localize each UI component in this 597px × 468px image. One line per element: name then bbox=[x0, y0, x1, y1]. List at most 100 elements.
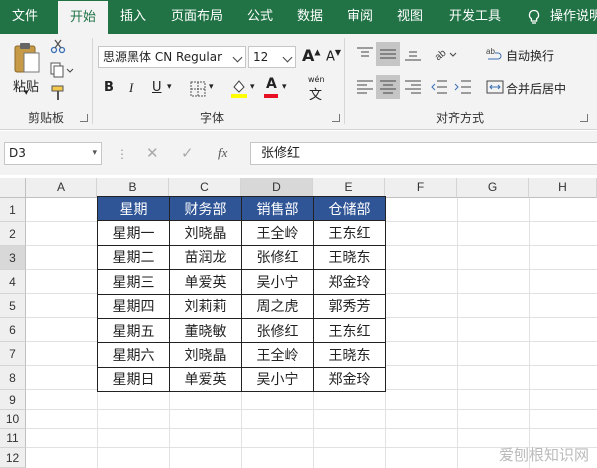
formula-input[interactable]: 张修红 bbox=[250, 142, 597, 165]
column-header-b[interactable]: B bbox=[97, 178, 169, 198]
copy-icon[interactable] bbox=[50, 62, 74, 78]
font-launcher-icon[interactable] bbox=[332, 114, 340, 122]
column-header-e[interactable]: E bbox=[313, 178, 385, 198]
insert-function-button[interactable]: fx bbox=[218, 145, 227, 161]
merge-center-icon[interactable] bbox=[486, 79, 504, 95]
phonetic-guide-label[interactable]: wén bbox=[308, 75, 325, 84]
table-cell[interactable]: 郑金玲 bbox=[313, 269, 386, 295]
tab-review[interactable]: 审阅 bbox=[338, 0, 382, 34]
table-cell[interactable]: 刘晓晶 bbox=[169, 220, 242, 246]
tab-developer[interactable]: 开发工具 bbox=[440, 0, 510, 34]
column-header-c[interactable]: C bbox=[169, 178, 241, 198]
row-header-4[interactable]: 4 bbox=[0, 270, 26, 294]
table-cell[interactable]: 董晓敏 bbox=[169, 317, 242, 344]
italic-button[interactable]: I bbox=[129, 80, 133, 96]
align-right-icon[interactable] bbox=[404, 79, 422, 95]
tab-insert[interactable]: 插入 bbox=[110, 0, 156, 34]
row-header-3[interactable]: 3 bbox=[0, 246, 26, 270]
header-cell-weekday[interactable]: 星期 bbox=[97, 195, 170, 222]
align-top-icon[interactable] bbox=[356, 46, 374, 62]
row-header-5[interactable]: 5 bbox=[0, 294, 26, 318]
tab-view[interactable]: 视图 bbox=[388, 0, 432, 34]
font-color-button[interactable]: A bbox=[266, 76, 277, 92]
merge-center-button[interactable]: 合并后居中 bbox=[506, 80, 566, 97]
fill-color-dropdown-arrow[interactable]: ▾ bbox=[250, 82, 255, 92]
alignment-launcher-icon[interactable] bbox=[580, 114, 588, 122]
row-header-7[interactable]: 7 bbox=[0, 342, 26, 366]
column-header-a[interactable]: A bbox=[26, 178, 97, 198]
table-cell[interactable]: 单爱英 bbox=[169, 366, 242, 393]
format-painter-icon[interactable] bbox=[50, 85, 68, 101]
borders-icon[interactable] bbox=[190, 81, 206, 97]
orientation-icon[interactable]: ab bbox=[432, 44, 458, 64]
table-cell[interactable]: 王东红 bbox=[313, 220, 386, 246]
table-cell[interactable]: 郑金玲 bbox=[313, 366, 386, 393]
tab-file[interactable]: 文件 bbox=[0, 0, 50, 34]
enter-icon[interactable]: ✓ bbox=[181, 144, 194, 162]
table-cell[interactable]: 吴小宁 bbox=[241, 366, 314, 393]
table-cell[interactable]: 星期四 bbox=[97, 293, 170, 319]
tab-home[interactable]: 开始 bbox=[58, 1, 108, 35]
table-cell[interactable]: 单爱英 bbox=[169, 269, 242, 295]
tab-data[interactable]: 数据 bbox=[288, 0, 332, 34]
clipboard-launcher-icon[interactable] bbox=[80, 114, 88, 122]
table-cell[interactable]: 王晓东 bbox=[313, 342, 386, 368]
table-cell[interactable]: 星期一 bbox=[97, 220, 170, 246]
column-header-h[interactable]: H bbox=[529, 178, 597, 198]
row-header-12[interactable]: 12 bbox=[0, 448, 26, 468]
font-name-combo[interactable]: 思源黑体 CN Regular bbox=[98, 46, 246, 68]
increase-font-size-button[interactable]: A▲ bbox=[302, 46, 321, 65]
row-header-2[interactable]: 2 bbox=[0, 222, 26, 246]
align-left-icon[interactable] bbox=[356, 79, 374, 95]
table-cell[interactable]: 吴小宁 bbox=[241, 269, 314, 295]
table-cell-selected[interactable]: 张修红 bbox=[241, 244, 314, 271]
table-cell[interactable]: 张修红 bbox=[241, 317, 314, 344]
table-cell[interactable]: 刘晓晶 bbox=[169, 342, 242, 368]
tab-formulas[interactable]: 公式 bbox=[238, 0, 282, 34]
bold-button[interactable]: B bbox=[104, 80, 114, 95]
decrease-indent-icon[interactable] bbox=[430, 79, 448, 95]
row-header-10[interactable]: 10 bbox=[0, 410, 26, 429]
row-header-11[interactable]: 11 bbox=[0, 429, 26, 448]
column-header-d[interactable]: D bbox=[241, 178, 313, 198]
row-header-9[interactable]: 9 bbox=[0, 390, 26, 410]
row-header-6[interactable]: 6 bbox=[0, 318, 26, 342]
fill-color-icon[interactable] bbox=[230, 78, 248, 98]
cut-icon[interactable] bbox=[50, 38, 66, 54]
header-cell-finance[interactable]: 财务部 bbox=[169, 195, 242, 222]
font-color-dropdown-arrow[interactable]: ▾ bbox=[282, 82, 287, 92]
underline-button[interactable]: U bbox=[152, 80, 162, 95]
table-cell[interactable]: 苗润龙 bbox=[169, 244, 242, 271]
table-cell[interactable]: 王晓东 bbox=[313, 244, 386, 271]
paste-dropdown-arrow[interactable]: ▾ bbox=[24, 88, 29, 98]
table-cell[interactable]: 星期二 bbox=[97, 244, 170, 271]
table-cell[interactable]: 郭秀芳 bbox=[313, 293, 386, 319]
table-cell[interactable]: 星期六 bbox=[97, 342, 170, 368]
underline-dropdown-arrow[interactable]: ▾ bbox=[167, 82, 172, 92]
column-header-g[interactable]: G bbox=[457, 178, 529, 198]
select-all-button[interactable] bbox=[0, 178, 26, 198]
align-bottom-icon[interactable] bbox=[404, 46, 422, 62]
table-cell[interactable]: 刘莉莉 bbox=[169, 293, 242, 319]
paste-button[interactable] bbox=[10, 40, 44, 76]
table-cell[interactable]: 王全岭 bbox=[241, 342, 314, 368]
row-header-1[interactable]: 1 bbox=[0, 198, 26, 222]
table-cell[interactable]: 星期日 bbox=[97, 366, 170, 393]
name-box-dropdown-arrow[interactable]: ▾ bbox=[92, 143, 97, 164]
table-cell[interactable]: 星期五 bbox=[97, 317, 170, 344]
align-center-button[interactable] bbox=[376, 75, 400, 99]
table-cell[interactable]: 王东红 bbox=[313, 317, 386, 344]
align-middle-button[interactable] bbox=[376, 42, 400, 66]
decrease-font-size-button[interactable]: A▼ bbox=[326, 48, 341, 64]
phonetic-guide-button[interactable]: 文 bbox=[309, 84, 322, 103]
table-cell[interactable]: 周之虎 bbox=[241, 293, 314, 319]
tab-page-layout[interactable]: 页面布局 bbox=[162, 0, 232, 34]
cancel-icon[interactable]: ✕ bbox=[146, 144, 159, 162]
font-size-combo[interactable]: 12 bbox=[248, 46, 296, 68]
header-cell-sales[interactable]: 销售部 bbox=[241, 195, 314, 222]
tell-me-search[interactable]: 操作说明 bbox=[550, 0, 597, 34]
wrap-text-button[interactable]: 自动换行 bbox=[506, 47, 554, 64]
lightbulb-icon[interactable] bbox=[526, 9, 542, 25]
wrap-text-icon[interactable]: ab bbox=[486, 46, 504, 62]
column-header-f[interactable]: F bbox=[385, 178, 457, 198]
